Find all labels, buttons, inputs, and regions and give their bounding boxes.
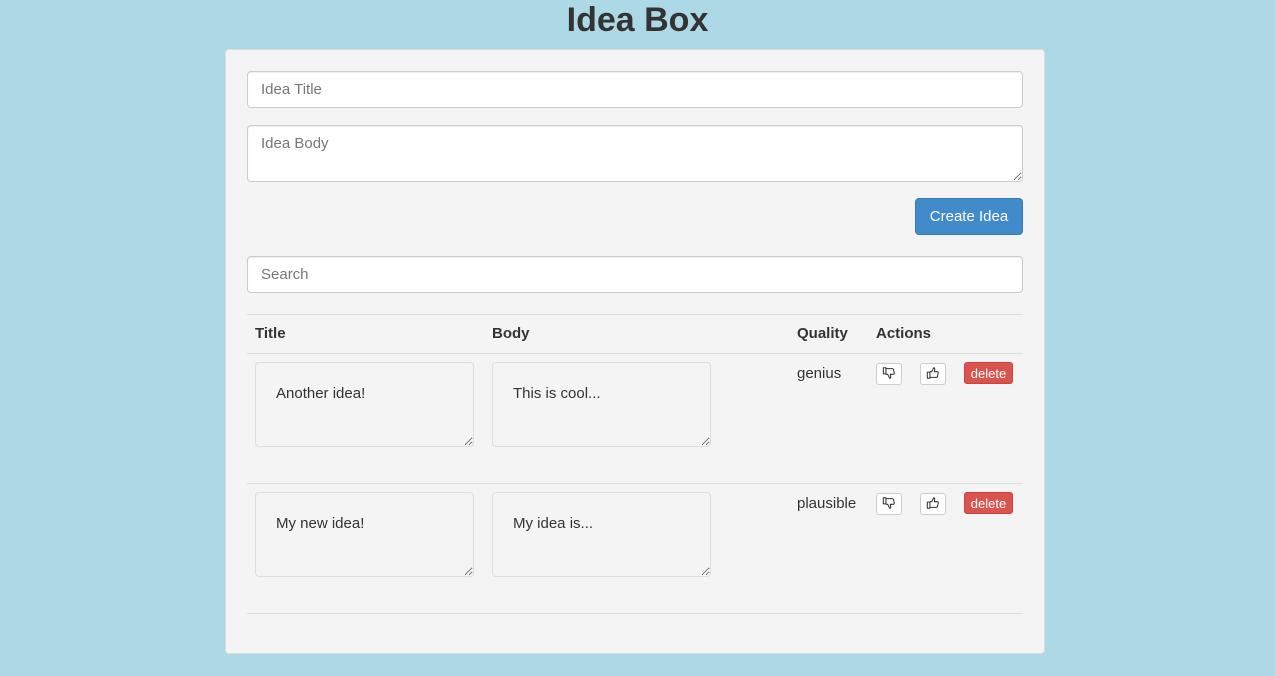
- upvote-button[interactable]: [920, 363, 946, 385]
- idea-title-field[interactable]: Another idea!: [255, 362, 474, 447]
- downvote-button[interactable]: [876, 493, 902, 515]
- idea-body-field[interactable]: This is cool...: [492, 362, 711, 447]
- thumbs-up-icon: [926, 496, 940, 513]
- delete-button[interactable]: delete: [964, 362, 1013, 384]
- thumbs-down-icon: [882, 496, 896, 513]
- quality-label: genius: [797, 365, 842, 382]
- table-row: My new idea! My idea is... plausible del…: [247, 484, 1023, 614]
- delete-button[interactable]: delete: [964, 492, 1013, 514]
- create-idea-button[interactable]: Create Idea: [915, 198, 1023, 235]
- table-header: Title Body Quality Actions: [247, 314, 1023, 354]
- thumbs-down-icon: [882, 366, 896, 383]
- header-title: Title: [255, 325, 286, 342]
- idea-body-input[interactable]: [247, 125, 1023, 182]
- upvote-button[interactable]: [920, 493, 946, 515]
- header-actions: Actions: [876, 325, 932, 342]
- page-title: Idea Box: [566, 1, 709, 39]
- quality-label: plausible: [797, 495, 857, 512]
- idea-title-input[interactable]: [247, 71, 1023, 108]
- header-body: Body: [492, 325, 530, 342]
- thumbs-up-icon: [926, 366, 940, 383]
- downvote-button[interactable]: [876, 363, 902, 385]
- idea-title-field[interactable]: My new idea!: [255, 492, 474, 577]
- ideas-table: Title Body Quality Actions Another idea!…: [247, 314, 1023, 614]
- idea-body-field[interactable]: My idea is...: [492, 492, 711, 577]
- header-quality: Quality: [797, 325, 848, 342]
- table-row: Another idea! This is cool... genius del…: [247, 354, 1023, 484]
- idea-box-panel: Create Idea Title Body Quality Actions A…: [225, 49, 1045, 654]
- search-input[interactable]: [247, 256, 1023, 293]
